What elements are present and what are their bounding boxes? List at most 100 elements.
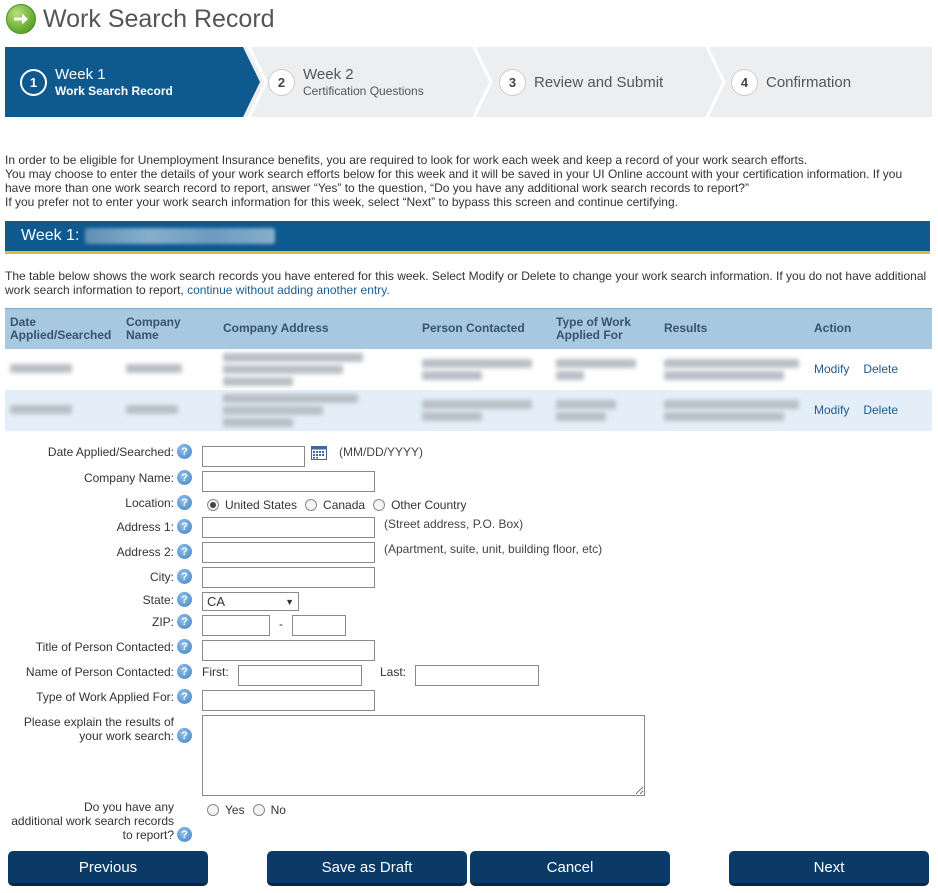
address1-label: Address 1:? [117, 519, 192, 534]
address2-label-text: Address 2: [116, 544, 174, 559]
col-address: Company Address [218, 308, 417, 349]
additional-records-radio-group: Yes No [207, 803, 294, 817]
address1-input[interactable] [202, 517, 375, 538]
address2-label: Address 2:? [117, 544, 192, 559]
help-icon[interactable]: ? [177, 519, 192, 534]
additional-label-line: Do you have any [83, 800, 174, 814]
title-contact-label: Title of Person Contacted:? [36, 639, 192, 654]
radio-canada[interactable] [305, 499, 318, 511]
state-label: State:? [143, 592, 192, 607]
cell-redacted [659, 348, 809, 390]
results-label: Please explain the results of your work … [24, 715, 192, 743]
cell-redacted [218, 348, 417, 390]
page-header: Work Search Record [6, 3, 275, 35]
step-title: Week 2 [303, 66, 354, 83]
col-date: Date Applied/Searched [5, 308, 121, 349]
first-name-label: First: [202, 665, 229, 679]
help-icon[interactable]: ? [177, 444, 192, 459]
radio-label: United States [225, 498, 298, 512]
action-cell: Modify Delete [809, 389, 932, 431]
modify-link[interactable]: Modify [814, 362, 849, 376]
step-number: 4 [731, 68, 758, 96]
help-icon[interactable]: ? [177, 689, 192, 704]
additional-records-label-text: Do you have any additional work search r… [11, 800, 174, 842]
help-icon[interactable]: ? [177, 470, 192, 485]
date-label-text: Date Applied/Searched: [47, 444, 174, 459]
city-input[interactable] [202, 567, 375, 588]
work-type-label-text: Type of Work Applied For: [36, 689, 174, 704]
modify-link[interactable]: Modify [814, 403, 849, 417]
date-format-hint: (MM/DD/YYYY) [339, 445, 423, 459]
zip-extension-input[interactable] [292, 615, 346, 636]
first-name-input[interactable] [238, 665, 362, 686]
help-icon[interactable]: ? [177, 569, 192, 584]
step-title: Review and Submit [534, 73, 664, 91]
intro-text: In order to be eligible for Unemployment… [5, 153, 930, 209]
col-results: Results [659, 308, 809, 349]
cell-redacted [121, 389, 218, 431]
state-selected-value: CA [207, 594, 226, 609]
date-label: Date Applied/Searched:? [48, 444, 192, 459]
delete-link[interactable]: Delete [863, 362, 898, 376]
continue-without-entry-link[interactable]: continue without adding another entry. [187, 283, 390, 297]
cell-redacted [121, 348, 218, 390]
cancel-button[interactable]: Cancel [470, 851, 670, 886]
help-icon[interactable]: ? [177, 639, 192, 654]
help-icon[interactable]: ? [177, 614, 192, 629]
table-row: Modify Delete [5, 348, 932, 390]
address1-label-text: Address 1: [116, 519, 174, 534]
radio-united-states[interactable] [207, 499, 219, 511]
company-label-text: Company Name: [83, 470, 174, 485]
last-name-label: Last: [380, 665, 407, 679]
radio-label: Canada [323, 498, 366, 512]
delete-link[interactable]: Delete [863, 403, 898, 417]
cell-redacted [551, 389, 659, 431]
results-label-line: your work search: [79, 729, 174, 743]
intro-line-3: If you prefer not to enter your work sea… [5, 195, 678, 209]
help-icon[interactable]: ? [177, 544, 192, 559]
next-button[interactable]: Next [729, 851, 929, 886]
title-contact-input[interactable] [202, 640, 375, 661]
save-draft-button[interactable]: Save as Draft [267, 851, 467, 886]
radio-yes[interactable] [207, 804, 219, 816]
action-cell: Modify Delete [809, 348, 932, 390]
title-contact-label-text: Title of Person Contacted: [35, 639, 174, 654]
step-title: Week 1 [55, 66, 106, 83]
help-icon[interactable]: ? [177, 592, 192, 607]
radio-other-country[interactable] [373, 499, 386, 511]
radio-label: Other Country [391, 498, 467, 512]
step-confirmation: 4 Confirmation [731, 47, 851, 117]
city-label: City:? [150, 569, 192, 584]
location-label: Location:? [125, 495, 192, 510]
help-icon[interactable]: ? [177, 664, 192, 679]
zip-input[interactable] [202, 615, 270, 636]
col-work-type: Type of Work Applied For [551, 308, 659, 349]
help-icon[interactable]: ? [177, 827, 192, 842]
step-subtitle: Certification Questions [303, 84, 424, 98]
name-contact-label-text: Name of Person Contacted: [25, 664, 174, 679]
cell-redacted [659, 389, 809, 431]
additional-label-line: to report? [122, 828, 174, 842]
page-title: Work Search Record [43, 4, 275, 33]
state-select[interactable]: CA ▼ [202, 592, 299, 611]
work-type-label: Type of Work Applied For:? [36, 689, 192, 704]
calendar-icon[interactable] [311, 445, 327, 460]
help-icon[interactable]: ? [177, 495, 192, 510]
results-textarea[interactable] [202, 715, 645, 796]
address2-input[interactable] [202, 542, 375, 563]
address2-hint: (Apartment, suite, unit, building floor,… [384, 542, 603, 556]
date-input[interactable] [202, 446, 305, 467]
intro-line-1: In order to be eligible for Unemployment… [5, 153, 808, 167]
work-type-input[interactable] [202, 690, 375, 711]
help-icon[interactable]: ? [177, 728, 192, 743]
cell-redacted [551, 348, 659, 390]
previous-button[interactable]: Previous [8, 851, 208, 886]
additional-records-label: Do you have any additional work search r… [11, 800, 192, 842]
company-name-input[interactable] [202, 471, 375, 492]
col-action: Action [809, 308, 932, 349]
radio-label: Yes [225, 803, 245, 817]
last-name-input[interactable] [415, 665, 539, 686]
cell-redacted [5, 389, 121, 431]
week-dates-redacted [85, 228, 276, 244]
radio-no[interactable] [252, 804, 265, 816]
